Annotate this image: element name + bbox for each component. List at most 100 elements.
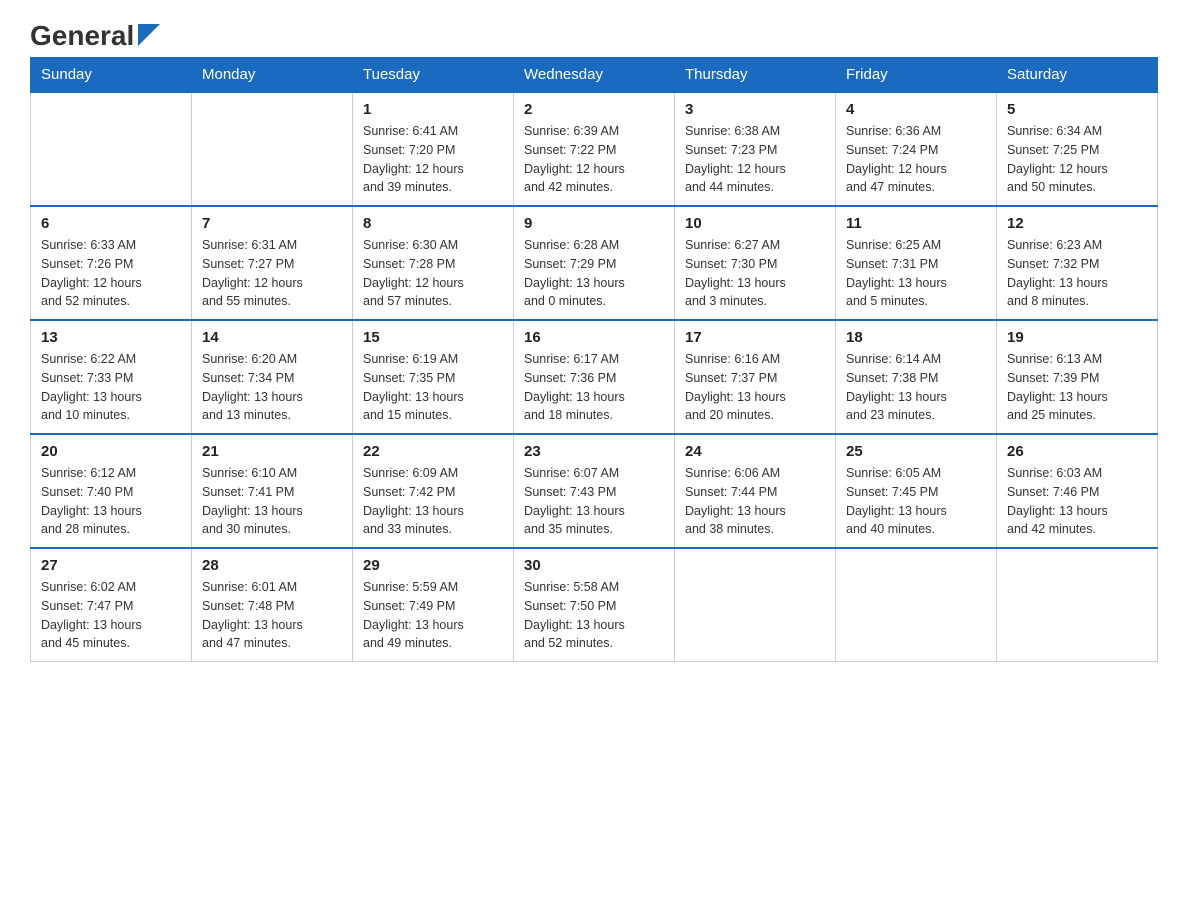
day-number: 23 xyxy=(524,443,664,460)
calendar-header-row: SundayMondayTuesdayWednesdayThursdayFrid… xyxy=(31,58,1158,93)
logo-text-general: General xyxy=(30,22,134,50)
day-number: 18 xyxy=(846,329,986,346)
calendar-cell: 17 Sunrise: 6:16 AM Sunset: 7:37 PM Dayli… xyxy=(675,320,836,434)
calendar-cell: 23Sunrise: 6:07 AM Sunset: 7:43 PM Dayli… xyxy=(514,434,675,548)
calendar-cell: 15 Sunrise: 6:19 AM Sunset: 7:35 PM Dayli… xyxy=(353,320,514,434)
day-number: 4 xyxy=(846,101,986,118)
day-info: Sunrise: 5:58 AM Sunset: 7:50 PM Dayligh… xyxy=(524,578,664,653)
calendar-cell: 26 Sunrise: 6:03 AM Sunset: 7:46 PM Dayli… xyxy=(997,434,1158,548)
day-info: Sunrise: 6:20 AM Sunset: 7:34 PM Dayligh… xyxy=(202,350,342,425)
day-number: 17 xyxy=(685,329,825,346)
day-info: Sunrise: 6:25 AM Sunset: 7:31 PM Dayligh… xyxy=(846,236,986,311)
calendar-cell xyxy=(675,548,836,662)
calendar-cell: 18 Sunrise: 6:14 AM Sunset: 7:38 PM Dayli… xyxy=(836,320,997,434)
calendar-cell: 20Sunrise: 6:12 AM Sunset: 7:40 PM Dayli… xyxy=(31,434,192,548)
calendar-cell: 27Sunrise: 6:02 AM Sunset: 7:47 PM Dayli… xyxy=(31,548,192,662)
weekday-header-sunday: Sunday xyxy=(31,58,192,93)
calendar-cell: 22Sunrise: 6:09 AM Sunset: 7:42 PM Dayli… xyxy=(353,434,514,548)
logo-arrow-icon xyxy=(138,24,160,51)
page-header: General xyxy=(30,20,1158,47)
day-info: Sunrise: 6:13 AM Sunset: 7:39 PM Dayligh… xyxy=(1007,350,1147,425)
day-info: Sunrise: 6:33 AM Sunset: 7:26 PM Dayligh… xyxy=(41,236,181,311)
day-number: 24 xyxy=(685,443,825,460)
calendar-week-4: 20Sunrise: 6:12 AM Sunset: 7:40 PM Dayli… xyxy=(31,434,1158,548)
calendar-cell: 3Sunrise: 6:38 AM Sunset: 7:23 PM Daylig… xyxy=(675,92,836,206)
day-number: 10 xyxy=(685,215,825,232)
calendar-cell: 19 Sunrise: 6:13 AM Sunset: 7:39 PM Dayli… xyxy=(997,320,1158,434)
day-number: 14 xyxy=(202,329,342,346)
calendar-cell: 7 Sunrise: 6:31 AM Sunset: 7:27 PM Daylig… xyxy=(192,206,353,320)
calendar-cell: 8 Sunrise: 6:30 AM Sunset: 7:28 PM Daylig… xyxy=(353,206,514,320)
day-number: 22 xyxy=(363,443,503,460)
calendar-cell: 6 Sunrise: 6:33 AM Sunset: 7:26 PM Daylig… xyxy=(31,206,192,320)
day-info: Sunrise: 6:02 AM Sunset: 7:47 PM Dayligh… xyxy=(41,578,181,653)
calendar-cell: 16 Sunrise: 6:17 AM Sunset: 7:36 PM Dayli… xyxy=(514,320,675,434)
weekday-header-tuesday: Tuesday xyxy=(353,58,514,93)
calendar-cell: 1 Sunrise: 6:41 AM Sunset: 7:20 PM Daylig… xyxy=(353,92,514,206)
calendar-cell: 11 Sunrise: 6:25 AM Sunset: 7:31 PM Dayli… xyxy=(836,206,997,320)
day-info: Sunrise: 6:27 AM Sunset: 7:30 PM Dayligh… xyxy=(685,236,825,311)
weekday-header-monday: Monday xyxy=(192,58,353,93)
day-number: 20 xyxy=(41,443,181,460)
day-number: 9 xyxy=(524,215,664,232)
day-info: Sunrise: 6:03 AM Sunset: 7:46 PM Dayligh… xyxy=(1007,464,1147,539)
calendar-cell: 2Sunrise: 6:39 AM Sunset: 7:22 PM Daylig… xyxy=(514,92,675,206)
calendar-cell: 24Sunrise: 6:06 AM Sunset: 7:44 PM Dayli… xyxy=(675,434,836,548)
calendar-week-5: 27Sunrise: 6:02 AM Sunset: 7:47 PM Dayli… xyxy=(31,548,1158,662)
day-number: 28 xyxy=(202,557,342,574)
day-info: Sunrise: 6:23 AM Sunset: 7:32 PM Dayligh… xyxy=(1007,236,1147,311)
day-number: 21 xyxy=(202,443,342,460)
day-info: Sunrise: 6:30 AM Sunset: 7:28 PM Dayligh… xyxy=(363,236,503,311)
day-info: Sunrise: 6:14 AM Sunset: 7:38 PM Dayligh… xyxy=(846,350,986,425)
day-info: Sunrise: 6:17 AM Sunset: 7:36 PM Dayligh… xyxy=(524,350,664,425)
day-number: 7 xyxy=(202,215,342,232)
weekday-header-friday: Friday xyxy=(836,58,997,93)
day-info: Sunrise: 6:05 AM Sunset: 7:45 PM Dayligh… xyxy=(846,464,986,539)
day-number: 25 xyxy=(846,443,986,460)
day-number: 5 xyxy=(1007,101,1147,118)
calendar-cell xyxy=(997,548,1158,662)
day-info: Sunrise: 6:01 AM Sunset: 7:48 PM Dayligh… xyxy=(202,578,342,653)
day-number: 16 xyxy=(524,329,664,346)
day-number: 2 xyxy=(524,101,664,118)
day-number: 6 xyxy=(41,215,181,232)
day-number: 30 xyxy=(524,557,664,574)
day-info: Sunrise: 6:34 AM Sunset: 7:25 PM Dayligh… xyxy=(1007,122,1147,197)
calendar-cell: 21Sunrise: 6:10 AM Sunset: 7:41 PM Dayli… xyxy=(192,434,353,548)
calendar-cell: 10 Sunrise: 6:27 AM Sunset: 7:30 PM Dayli… xyxy=(675,206,836,320)
weekday-header-wednesday: Wednesday xyxy=(514,58,675,93)
day-number: 12 xyxy=(1007,215,1147,232)
calendar-table: SundayMondayTuesdayWednesdayThursdayFrid… xyxy=(30,57,1158,662)
day-number: 26 xyxy=(1007,443,1147,460)
calendar-cell: 13 Sunrise: 6:22 AM Sunset: 7:33 PM Dayli… xyxy=(31,320,192,434)
calendar-cell: 14 Sunrise: 6:20 AM Sunset: 7:34 PM Dayli… xyxy=(192,320,353,434)
day-number: 13 xyxy=(41,329,181,346)
day-info: Sunrise: 6:19 AM Sunset: 7:35 PM Dayligh… xyxy=(363,350,503,425)
calendar-week-2: 6 Sunrise: 6:33 AM Sunset: 7:26 PM Daylig… xyxy=(31,206,1158,320)
day-info: Sunrise: 6:41 AM Sunset: 7:20 PM Dayligh… xyxy=(363,122,503,197)
calendar-cell: 30 Sunrise: 5:58 AM Sunset: 7:50 PM Dayli… xyxy=(514,548,675,662)
day-info: Sunrise: 6:31 AM Sunset: 7:27 PM Dayligh… xyxy=(202,236,342,311)
day-info: Sunrise: 6:36 AM Sunset: 7:24 PM Dayligh… xyxy=(846,122,986,197)
day-number: 1 xyxy=(363,101,503,118)
calendar-cell xyxy=(836,548,997,662)
day-info: Sunrise: 6:16 AM Sunset: 7:37 PM Dayligh… xyxy=(685,350,825,425)
calendar-cell: 5 Sunrise: 6:34 AM Sunset: 7:25 PM Daylig… xyxy=(997,92,1158,206)
day-number: 8 xyxy=(363,215,503,232)
calendar-week-3: 13 Sunrise: 6:22 AM Sunset: 7:33 PM Dayli… xyxy=(31,320,1158,434)
day-number: 29 xyxy=(363,557,503,574)
day-number: 19 xyxy=(1007,329,1147,346)
weekday-header-thursday: Thursday xyxy=(675,58,836,93)
logo: General xyxy=(30,20,160,47)
calendar-cell: 28 Sunrise: 6:01 AM Sunset: 7:48 PM Dayli… xyxy=(192,548,353,662)
calendar-week-1: 1 Sunrise: 6:41 AM Sunset: 7:20 PM Daylig… xyxy=(31,92,1158,206)
day-info: Sunrise: 6:28 AM Sunset: 7:29 PM Dayligh… xyxy=(524,236,664,311)
day-number: 15 xyxy=(363,329,503,346)
calendar-cell xyxy=(31,92,192,206)
calendar-cell xyxy=(192,92,353,206)
day-info: Sunrise: 5:59 AM Sunset: 7:49 PM Dayligh… xyxy=(363,578,503,653)
calendar-cell: 29 Sunrise: 5:59 AM Sunset: 7:49 PM Dayli… xyxy=(353,548,514,662)
day-number: 3 xyxy=(685,101,825,118)
day-info: Sunrise: 6:22 AM Sunset: 7:33 PM Dayligh… xyxy=(41,350,181,425)
day-number: 11 xyxy=(846,215,986,232)
